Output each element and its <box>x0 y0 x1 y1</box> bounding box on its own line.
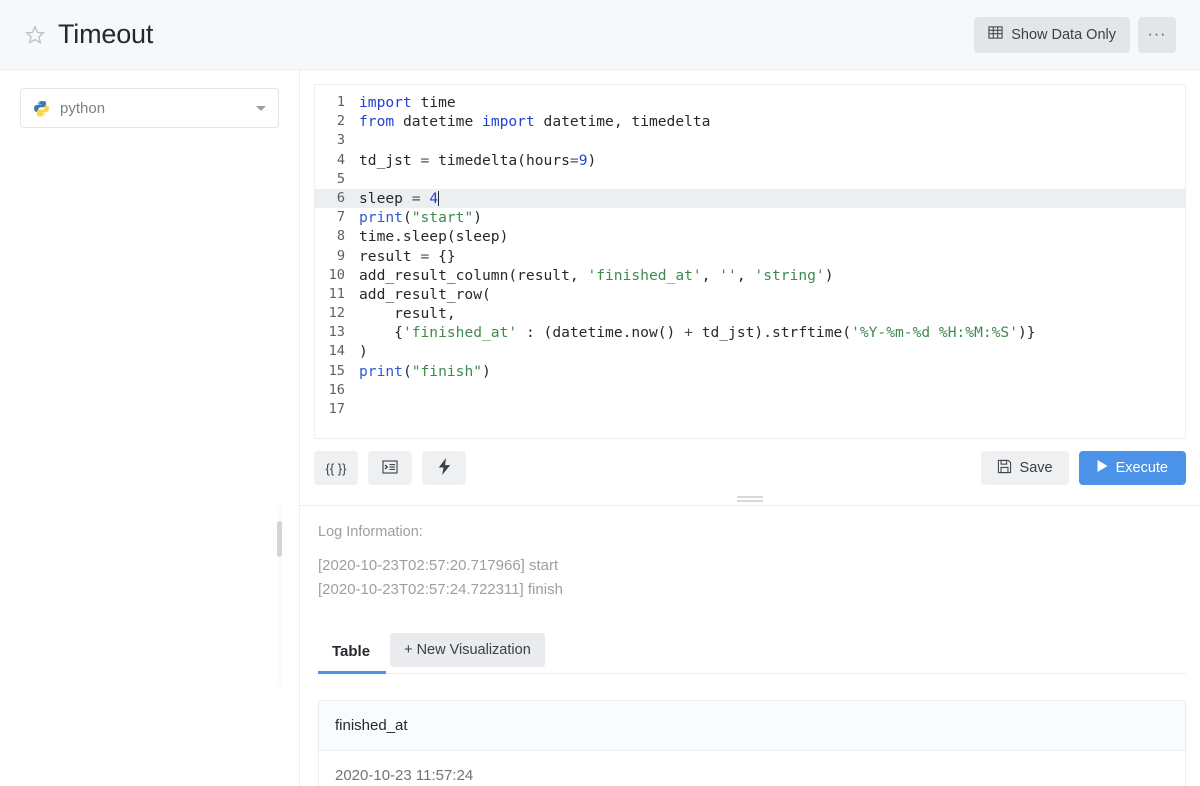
code-text: ) <box>359 343 368 361</box>
more-options-button[interactable]: ··· <box>1138 16 1176 53</box>
line-number: 13 <box>328 324 345 341</box>
star-outline-icon[interactable] <box>24 24 46 46</box>
log-entries: [2020-10-23T02:57:20.717966] start [2020-… <box>318 554 1186 602</box>
line-number: 4 <box>336 151 345 168</box>
new-visualization-button[interactable]: + New Visualization <box>390 633 545 667</box>
right-pane: 1 import time 2 from datetime import dateti… <box>277 70 1200 786</box>
splitter-grip[interactable] <box>737 496 763 502</box>
code-line[interactable]: 1 import time <box>315 93 1185 112</box>
title-wrap: Timeout <box>24 19 153 50</box>
line-number: 3 <box>336 132 345 149</box>
code-text: print("start") <box>359 209 483 227</box>
table-grid-icon <box>988 25 1003 44</box>
tab-table[interactable]: Table <box>318 632 387 674</box>
line-number: 12 <box>328 305 345 322</box>
text-cursor <box>438 190 440 206</box>
code-lines[interactable]: 1 import time 2 from datetime import dateti… <box>315 85 1185 419</box>
code-line[interactable]: 14) <box>315 342 1185 361</box>
line-number: 8 <box>336 228 345 245</box>
code-text: import time <box>359 94 456 111</box>
line-number: 16 <box>328 381 345 398</box>
header-actions: Show Data Only ··· <box>974 16 1176 53</box>
line-number: 15 <box>328 362 345 379</box>
execute-button[interactable]: Execute <box>1078 451 1186 485</box>
code-line[interactable]: 2 from datetime import datetime, timedelt… <box>315 112 1185 131</box>
log-line: [2020-10-23T02:57:24.722311] finish <box>318 581 563 598</box>
code-text: result = {} <box>359 247 456 265</box>
language-select-value: python <box>60 99 106 117</box>
editor-actions: Save Execute <box>980 451 1186 485</box>
insert-template-button[interactable]: {{ }} <box>314 451 358 485</box>
line-number: 2 <box>336 113 345 130</box>
code-line[interactable]: 10 add_result_column(result, 'finished_at… <box>315 266 1185 285</box>
ellipsis-icon: ··· <box>1147 25 1167 43</box>
grip-line <box>737 500 763 502</box>
show-data-only-label: Show Data Only <box>1011 26 1116 43</box>
log-scrollbar-thumb[interactable] <box>277 521 282 557</box>
code-line[interactable]: 3 <box>315 131 1185 150</box>
line-number: 5 <box>336 170 345 187</box>
code-line[interactable]: 9 result = {} <box>315 247 1185 266</box>
indent-icon <box>382 459 398 478</box>
code-line[interactable]: 5 <box>315 170 1185 189</box>
language-select[interactable]: python <box>20 88 279 128</box>
chevron-down-icon <box>256 105 266 111</box>
visualization-tabs: Table + New Visualization <box>318 632 1186 674</box>
floppy-disk-icon <box>997 459 1012 478</box>
table-row: 2020-10-23 11:57:24 <box>335 767 474 784</box>
execute-label: Execute <box>1115 460 1168 476</box>
play-triangle-icon <box>1097 460 1108 476</box>
app-header: Timeout Show Data Only ··· <box>0 0 1200 70</box>
line-number: 6 <box>336 189 345 206</box>
code-line[interactable]: 11 add_result_row( <box>315 285 1185 304</box>
code-text: {'finished_at' : (datetime.now() + td_js… <box>359 324 1036 342</box>
body-wrap: python 1 import time 2 from datetime import… <box>0 70 1200 786</box>
code-text: add_result_row( <box>359 285 491 303</box>
code-line[interactable]: 7 print("start") <box>315 208 1185 227</box>
code-line[interactable]: 4 td_jst = timedelta(hours=9) <box>315 151 1185 170</box>
line-number: 9 <box>336 247 345 264</box>
code-line[interactable]: 15 print("finish") <box>315 362 1185 381</box>
code-line[interactable]: 13 {'finished_at' : (datetime.now() + td… <box>315 323 1185 342</box>
log-region: Log Information: [2020-10-23T02:57:20.71… <box>277 506 1200 686</box>
code-text: result, <box>359 305 456 323</box>
python-logo-icon <box>33 100 50 117</box>
code-line[interactable]: 8 time.sleep(sleep) <box>315 227 1185 246</box>
pane-splitter[interactable] <box>300 495 1200 506</box>
editor-toolbar: {{ }} Save Execute <box>300 439 1200 495</box>
line-number: 7 <box>336 209 345 226</box>
code-text: time.sleep(sleep) <box>359 228 509 246</box>
template-braces-icon: {{ }} <box>325 460 347 476</box>
left-pane: python <box>0 70 300 786</box>
code-line[interactable]: 17 <box>315 400 1185 419</box>
code-line[interactable]: 6 sleep = 4 <box>315 188 1185 209</box>
line-number: 10 <box>328 266 345 283</box>
log-information-label: Log Information: <box>318 524 423 540</box>
line-number: 17 <box>328 401 345 417</box>
code-line[interactable]: 16 <box>315 381 1185 400</box>
code-text: sleep = 4 <box>359 189 440 207</box>
save-label: Save <box>1019 460 1053 476</box>
line-number: 14 <box>328 343 345 360</box>
save-button[interactable]: Save <box>980 451 1069 485</box>
lightning-bolt-icon <box>437 458 452 478</box>
code-text: td_jst = timedelta(hours=9) <box>359 151 597 169</box>
autocomplete-button[interactable] <box>422 451 466 485</box>
code-text: add_result_column(result, 'finished_at',… <box>359 266 834 284</box>
code-text: print("finish") <box>359 362 491 380</box>
code-line[interactable]: 12 result, <box>315 304 1185 323</box>
result-table: finished_at 2020-10-23 11:57:24 <box>318 700 1186 786</box>
code-editor[interactable]: 1 import time 2 from datetime import dateti… <box>314 84 1186 439</box>
code-text: from datetime import datetime, timedelta <box>359 113 711 131</box>
log-line: [2020-10-23T02:57:20.717966] start <box>318 557 559 574</box>
line-number: 1 <box>336 94 345 110</box>
editor-region: 1 import time 2 from datetime import dateti… <box>300 70 1200 439</box>
format-code-button[interactable] <box>368 451 412 485</box>
page-title: Timeout <box>58 19 154 49</box>
line-number: 11 <box>328 285 345 302</box>
table-column-header[interactable]: finished_at <box>319 701 1185 751</box>
show-data-only-button[interactable]: Show Data Only <box>974 16 1130 53</box>
grip-line <box>737 496 763 498</box>
